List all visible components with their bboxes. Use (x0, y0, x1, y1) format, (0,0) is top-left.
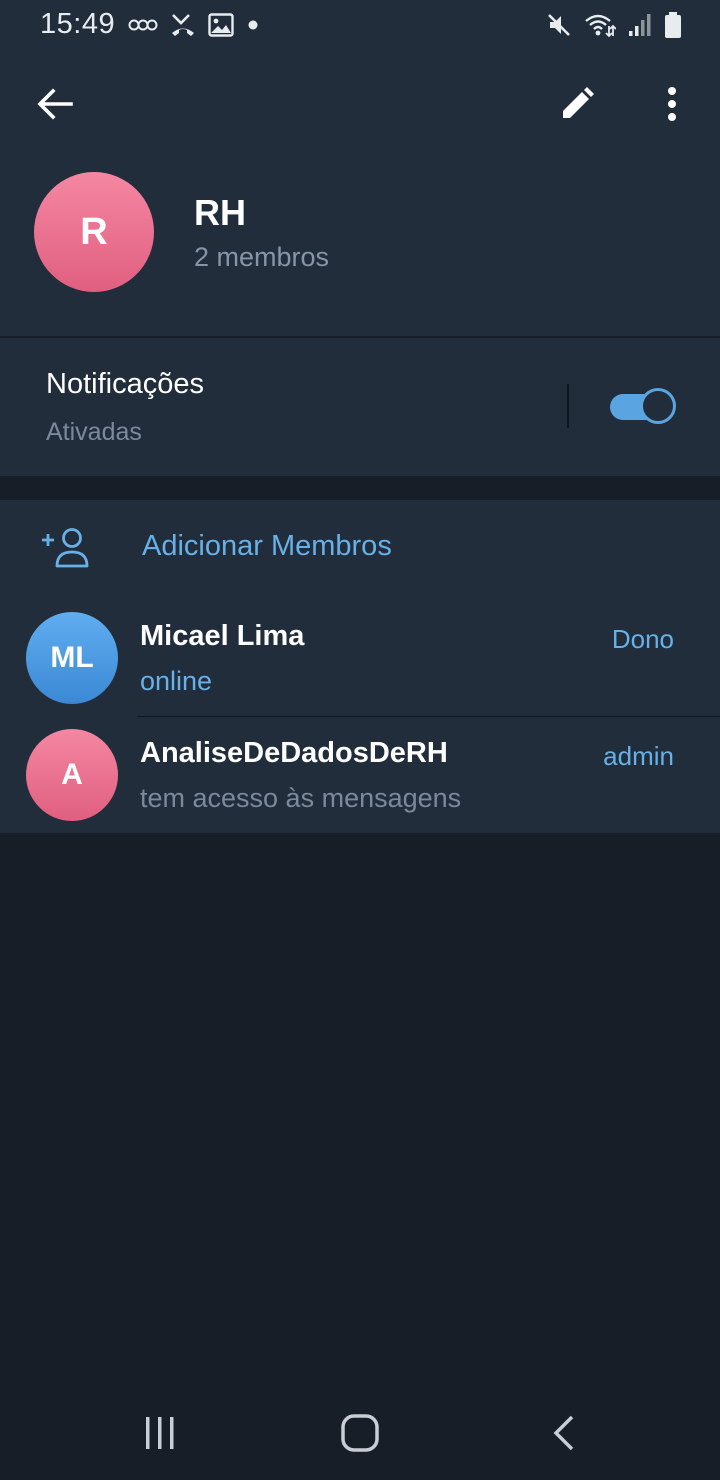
recent-apps-icon (146, 1417, 174, 1449)
notifications-status: Ativadas (46, 418, 142, 446)
more-vert-icon (668, 87, 676, 121)
notifications-divider (567, 384, 569, 428)
mute-icon (548, 14, 570, 36)
battery-icon (665, 12, 681, 38)
notifications-toggle[interactable] (610, 388, 678, 424)
member-role-badge: Dono (611, 624, 674, 654)
avatar-initials: ML (50, 641, 94, 674)
nav-back-button[interactable] (532, 1408, 592, 1458)
toggle-thumb (640, 388, 676, 424)
missed-call-icon (172, 14, 194, 36)
member-name: Micael Lima (140, 620, 305, 652)
avatar-initials: A (61, 758, 83, 791)
pencil-icon (563, 87, 594, 118)
group-member-count: 2 membros (194, 242, 330, 272)
system-nav-bar (0, 1386, 720, 1480)
group-avatar[interactable]: R (34, 172, 154, 292)
image-icon (208, 13, 234, 37)
member-status: tem acesso às mensagens (140, 783, 462, 813)
arrow-back-icon (37, 88, 73, 120)
add-members-label: Adicionar Membros (142, 530, 392, 562)
group-title: RH (194, 192, 246, 233)
add-members-button[interactable]: Adicionar Membros (0, 500, 720, 596)
group-avatar-letter: R (80, 210, 108, 253)
status-time: 15:49 (40, 8, 116, 40)
back-nav-icon (553, 1415, 574, 1451)
home-button[interactable] (330, 1408, 390, 1458)
status-system-icons (546, 10, 682, 40)
recent-apps-button[interactable] (130, 1408, 190, 1458)
home-icon (341, 1414, 379, 1452)
member-row[interactable]: ML Micael Lima online Dono (0, 600, 720, 717)
status-notification-icons (128, 10, 260, 40)
avatar: A (26, 729, 118, 821)
back-button[interactable] (30, 82, 80, 126)
dot-icon (248, 20, 258, 30)
add-person-icon (42, 528, 89, 568)
wifi-icon (585, 14, 616, 38)
member-name: AnaliseDeDadosDeRH (140, 737, 448, 769)
more-options-button[interactable] (650, 80, 694, 128)
notifications-title: Notificações (46, 368, 204, 400)
edit-button[interactable] (553, 80, 601, 128)
member-role-badge: admin (603, 741, 674, 771)
signal-icon (629, 14, 651, 36)
member-row[interactable]: A AnaliseDeDadosDeRH tem acesso às mensa… (0, 717, 720, 834)
members-section: Adicionar Membros ML Micael Lima online … (0, 500, 720, 833)
notifications-row[interactable]: Notificações Ativadas (0, 338, 720, 476)
member-status: online (140, 666, 213, 696)
status-bar: 15:49 (0, 0, 720, 52)
avatar: ML (26, 612, 118, 704)
voicemail-icon (128, 19, 158, 31)
group-header: R RH 2 membros (0, 52, 720, 336)
